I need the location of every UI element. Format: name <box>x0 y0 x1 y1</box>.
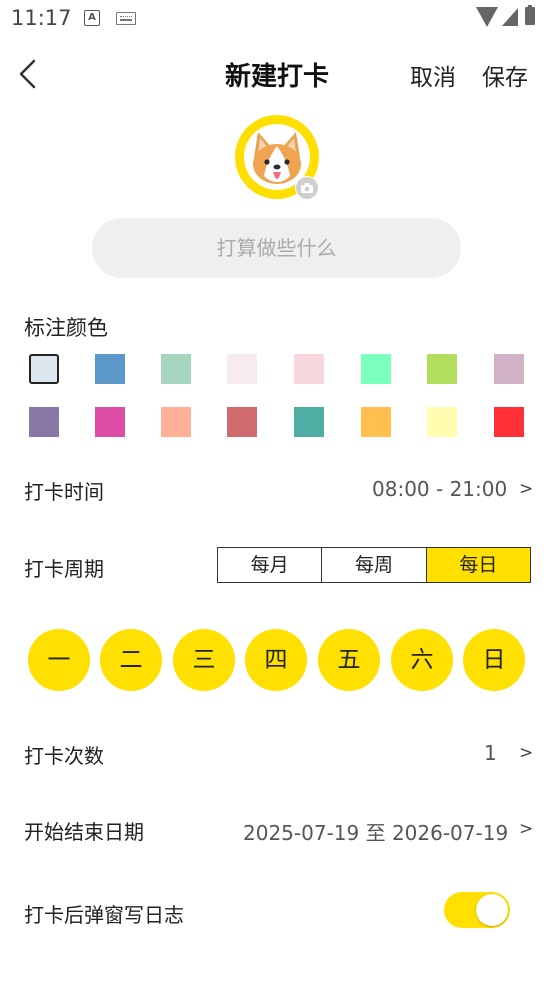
weekday-tue[interactable]: 二 <box>100 629 162 691</box>
journal-row-label: 打卡后弹窗写日志 <box>24 903 184 927</box>
weekday-mon[interactable]: 一 <box>28 629 90 691</box>
weekday-thu[interactable]: 四 <box>245 629 307 691</box>
date-row-value[interactable]: 2025-07-19 至 2026-07-19 <box>243 817 508 846</box>
time-row-value[interactable]: 08:00 - 21:00 <box>372 477 507 501</box>
journal-toggle[interactable] <box>444 892 510 928</box>
color-swatch[interactable] <box>494 407 524 437</box>
time-row-label: 打卡时间 <box>24 480 104 504</box>
period-option-weekly[interactable]: 每周 <box>322 548 427 582</box>
color-swatch[interactable] <box>227 407 257 437</box>
period-row-label: 打卡周期 <box>24 557 104 581</box>
color-swatch[interactable] <box>161 354 191 384</box>
cancel-button[interactable]: 取消 <box>410 58 456 92</box>
save-button[interactable]: 保存 <box>482 58 528 92</box>
color-section-label: 标注颜色 <box>24 316 108 340</box>
signal-icon <box>502 8 518 26</box>
color-swatch[interactable] <box>29 354 59 384</box>
color-swatch[interactable] <box>361 407 391 437</box>
period-option-daily[interactable]: 每日 <box>426 548 530 582</box>
color-swatch[interactable] <box>161 407 191 437</box>
time-chevron-icon[interactable]: > <box>519 479 533 499</box>
color-swatch[interactable] <box>294 354 324 384</box>
period-option-monthly[interactable]: 每月 <box>218 548 323 582</box>
count-row-value[interactable]: 1 <box>484 741 497 765</box>
keyboard-icon <box>116 12 136 25</box>
color-swatch[interactable] <box>227 354 257 384</box>
color-swatch[interactable] <box>494 354 524 384</box>
count-row-label: 打卡次数 <box>24 744 104 768</box>
date-chevron-icon[interactable]: > <box>519 819 533 839</box>
weekday-fri[interactable]: 五 <box>318 629 380 691</box>
count-chevron-icon[interactable]: > <box>519 743 533 763</box>
camera-icon[interactable] <box>295 176 319 200</box>
wifi-icon <box>476 7 498 27</box>
date-row-label: 开始结束日期 <box>24 820 144 844</box>
task-name-input[interactable] <box>92 218 461 278</box>
notification-a-icon: A <box>84 10 100 26</box>
weekday-sat[interactable]: 六 <box>391 629 453 691</box>
weekday-sun[interactable]: 日 <box>463 629 525 691</box>
color-swatch[interactable] <box>294 407 324 437</box>
page-title: 新建打卡 <box>224 62 329 92</box>
period-segmented-control: 每月 每周 每日 <box>217 547 531 583</box>
color-swatch[interactable] <box>95 407 125 437</box>
toggle-knob <box>476 894 508 926</box>
color-swatch[interactable] <box>95 354 125 384</box>
weekday-wed[interactable]: 三 <box>173 629 235 691</box>
color-swatch[interactable] <box>427 407 457 437</box>
color-swatch[interactable] <box>361 354 391 384</box>
status-time: 11:17 <box>11 6 72 30</box>
color-swatch[interactable] <box>29 407 59 437</box>
color-swatch[interactable] <box>427 354 457 384</box>
battery-icon <box>525 5 535 25</box>
